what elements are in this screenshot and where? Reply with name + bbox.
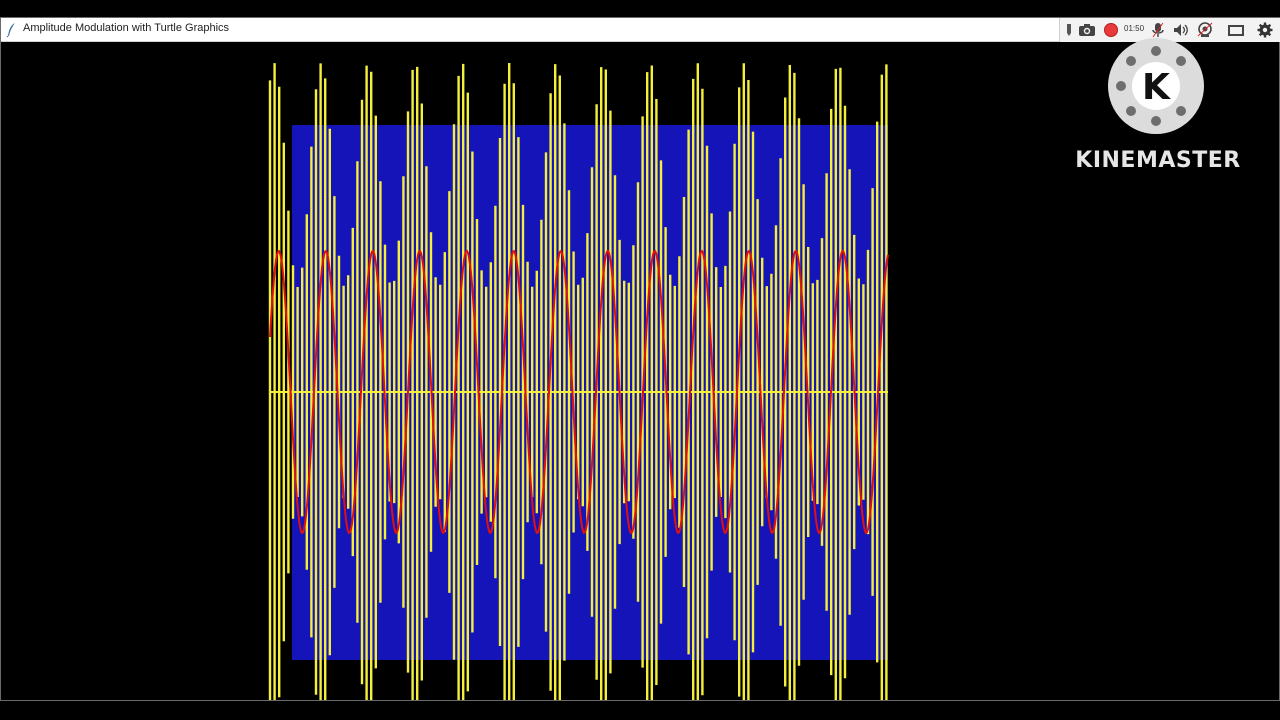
kinemaster-watermark: K KINEMASTER (1070, 36, 1246, 181)
svg-text:K: K (1142, 67, 1171, 108)
recording-time: 01:50 (1124, 24, 1145, 33)
window-title: Amplitude Modulation with Turtle Graphic… (23, 22, 230, 34)
feather-icon (6, 23, 15, 38)
settings-icon[interactable] (1256, 22, 1274, 38)
kinemaster-logo: K (1108, 38, 1204, 134)
kinemaster-brand-text: KINEMASTER (1075, 148, 1241, 173)
